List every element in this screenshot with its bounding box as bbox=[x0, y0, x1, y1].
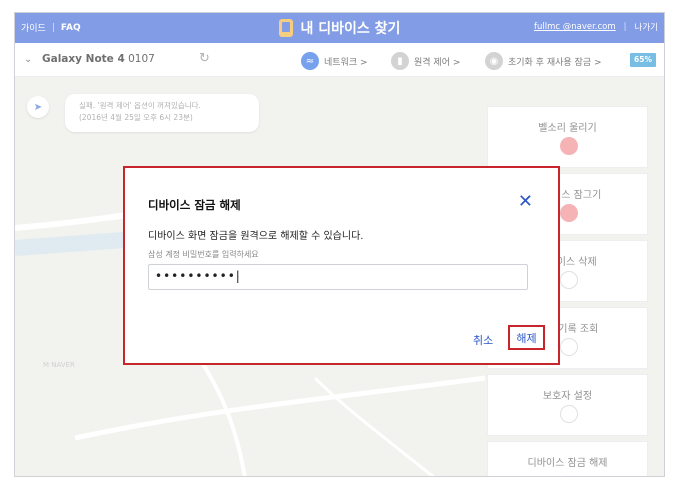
unlock-dialog-highlight: 디바이스 잠금 해제 ✕ 디바이스 화면 잠금을 원격으로 해제할 수 있습니다… bbox=[123, 166, 560, 365]
unlock-dialog: 디바이스 잠금 해제 ✕ 디바이스 화면 잠금을 원격으로 해제할 수 있습니다… bbox=[128, 171, 555, 360]
dialog-title: 디바이스 잠금 해제 bbox=[148, 198, 241, 212]
cancel-button[interactable]: 취소 bbox=[473, 332, 493, 348]
password-hint: 삼성 계정 비밀번호를 입력하세요 bbox=[148, 250, 259, 259]
password-input[interactable]: ••••••••••| bbox=[148, 264, 528, 290]
close-icon[interactable]: ✕ bbox=[518, 191, 533, 212]
dialog-description: 디바이스 화면 잠금을 원격으로 해제할 수 있습니다. bbox=[148, 231, 364, 242]
unlock-confirm-button[interactable]: 해제 bbox=[508, 325, 545, 350]
